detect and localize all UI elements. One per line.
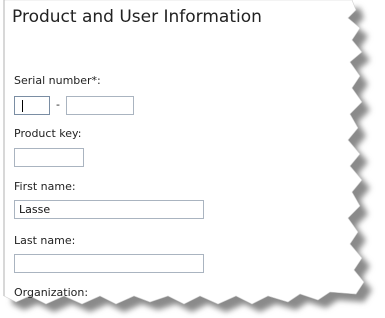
page-title: Product and User Information [12, 7, 262, 27]
torn-screenshot-frame: Product and User Information Serial numb… [0, 0, 385, 318]
last-name-input[interactable] [14, 254, 204, 273]
product-key-label: Product key: [14, 127, 82, 140]
product-key-input[interactable] [14, 148, 84, 167]
last-name-label: Last name: [14, 234, 76, 247]
first-name-input[interactable]: Lasse [14, 200, 204, 219]
organization-label: Organization: [14, 286, 89, 299]
dialog-content: Product and User Information Serial numb… [8, 0, 348, 300]
serial-separator: - [56, 98, 60, 111]
text-caret [22, 100, 23, 112]
serial-number-part2-input[interactable] [66, 96, 134, 115]
serial-number-label: Serial number*: [14, 74, 101, 87]
serial-number-part1-input[interactable] [14, 96, 50, 115]
first-name-label: First name: [14, 180, 76, 193]
